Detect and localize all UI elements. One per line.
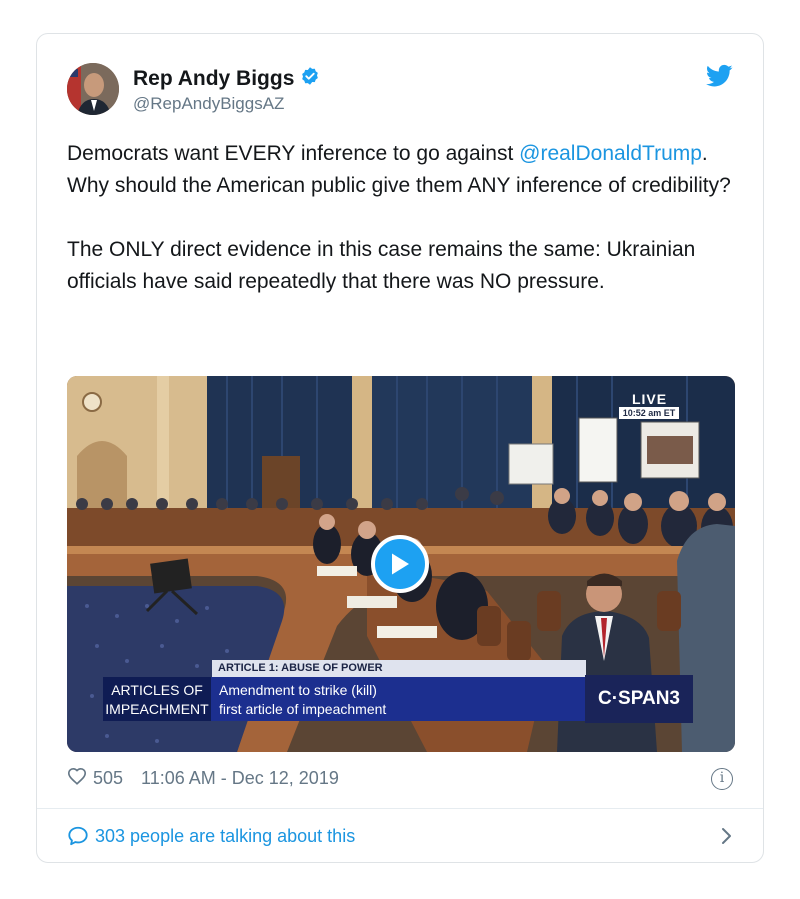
info-icon[interactable]: i [711,768,733,790]
tweet-card[interactable]: Rep Andy Biggs @RepAndyBiggsAZ Democrats… [36,33,764,863]
live-badge: LIVE [631,391,668,407]
play-button[interactable] [371,535,429,593]
network-logo: C·SPAN3 [585,675,693,723]
tweet-paragraph-1: Democrats want EVERY inference to go aga… [67,138,747,202]
conversation-link[interactable]: 303 people are talking about this [67,825,355,847]
tweet-paragraph-2: The ONLY direct evidence in this case re… [67,238,696,293]
mention-link[interactable]: @realDonaldTrump [519,142,702,165]
divider [37,808,763,809]
tweet-text: Democrats want EVERY inference to go aga… [67,138,747,298]
tweet-text-segment: Democrats want EVERY inference to go aga… [67,142,520,165]
heart-icon[interactable] [67,767,87,790]
chevron-right-icon[interactable] [721,827,733,850]
conversation-link-label[interactable]: 303 people are talking about this [95,826,355,847]
author-name[interactable]: Rep Andy Biggs [133,67,294,91]
author-row[interactable]: Rep Andy Biggs [133,66,320,91]
tweet-timestamp[interactable]: 11:06 AM - Dec 12, 2019 [141,768,339,789]
chyron-section-line: IMPEACHMENT [105,701,209,717]
chyron-caption: Amendment to strike (kill) first article… [211,677,585,721]
author-handle[interactable]: @RepAndyBiggsAZ [133,94,284,114]
chyron-section-line: ARTICLES OF [111,682,203,698]
chyron-caption-line: first article of impeachment [219,701,387,717]
play-icon [392,553,409,575]
video-player[interactable]: LIVE 10:52 am ET ARTICLE 1: ABUSE OF POW… [67,376,735,752]
like-count[interactable]: 505 [93,768,123,789]
chyron-section-label: ARTICLES OF IMPEACHMENT [103,677,211,721]
tweet-meta: 505 11:06 AM - Dec 12, 2019 [67,767,339,790]
speech-bubble-icon [68,826,88,846]
avatar[interactable] [67,63,119,115]
verified-badge-icon [300,66,320,91]
twitter-bird-icon[interactable] [705,64,733,88]
chyron-caption-line: Amendment to strike (kill) [219,682,377,698]
chyron-headline: ARTICLE 1: ABUSE OF POWER [212,660,586,677]
live-time: 10:52 am ET [619,407,679,419]
